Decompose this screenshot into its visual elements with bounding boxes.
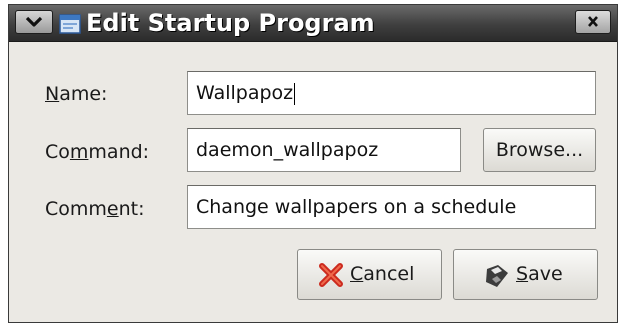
name-input-value: Wallpapoz xyxy=(196,82,294,104)
command-input[interactable]: daemon_wallpapoz xyxy=(187,128,461,172)
save-button[interactable]: Save xyxy=(453,249,598,300)
browse-button-label: Browse... xyxy=(495,139,584,161)
comment-input[interactable]: Change wallpapers on a schedule xyxy=(187,185,596,229)
command-input-value: daemon_wallpapoz xyxy=(196,139,379,161)
save-button-label: Save xyxy=(516,263,563,285)
cancel-button[interactable]: Cancel xyxy=(297,249,442,300)
title-bar[interactable]: Edit Startup Program xyxy=(9,5,617,42)
window-title: Edit Startup Program xyxy=(86,9,375,37)
name-input[interactable]: Wallpapoz xyxy=(187,71,596,115)
browse-button[interactable]: Browse... xyxy=(483,128,596,172)
chevron-down-icon xyxy=(25,16,43,27)
close-button[interactable] xyxy=(575,10,611,34)
cancel-button-label: Cancel xyxy=(350,263,415,285)
window-menu-button[interactable] xyxy=(15,10,53,34)
window-icon xyxy=(59,14,81,34)
red-x-icon xyxy=(319,263,343,287)
command-label: Command: xyxy=(45,141,150,163)
text-caret xyxy=(294,82,296,105)
comment-input-value: Change wallpapers on a schedule xyxy=(196,196,517,218)
edit-startup-dialog: Edit Startup Program Name: Wallpapoz Com… xyxy=(8,4,618,323)
name-label: Name: xyxy=(45,83,108,105)
comment-label: Comment: xyxy=(45,198,145,220)
floppy-disk-icon xyxy=(486,265,508,287)
close-icon xyxy=(588,16,598,27)
